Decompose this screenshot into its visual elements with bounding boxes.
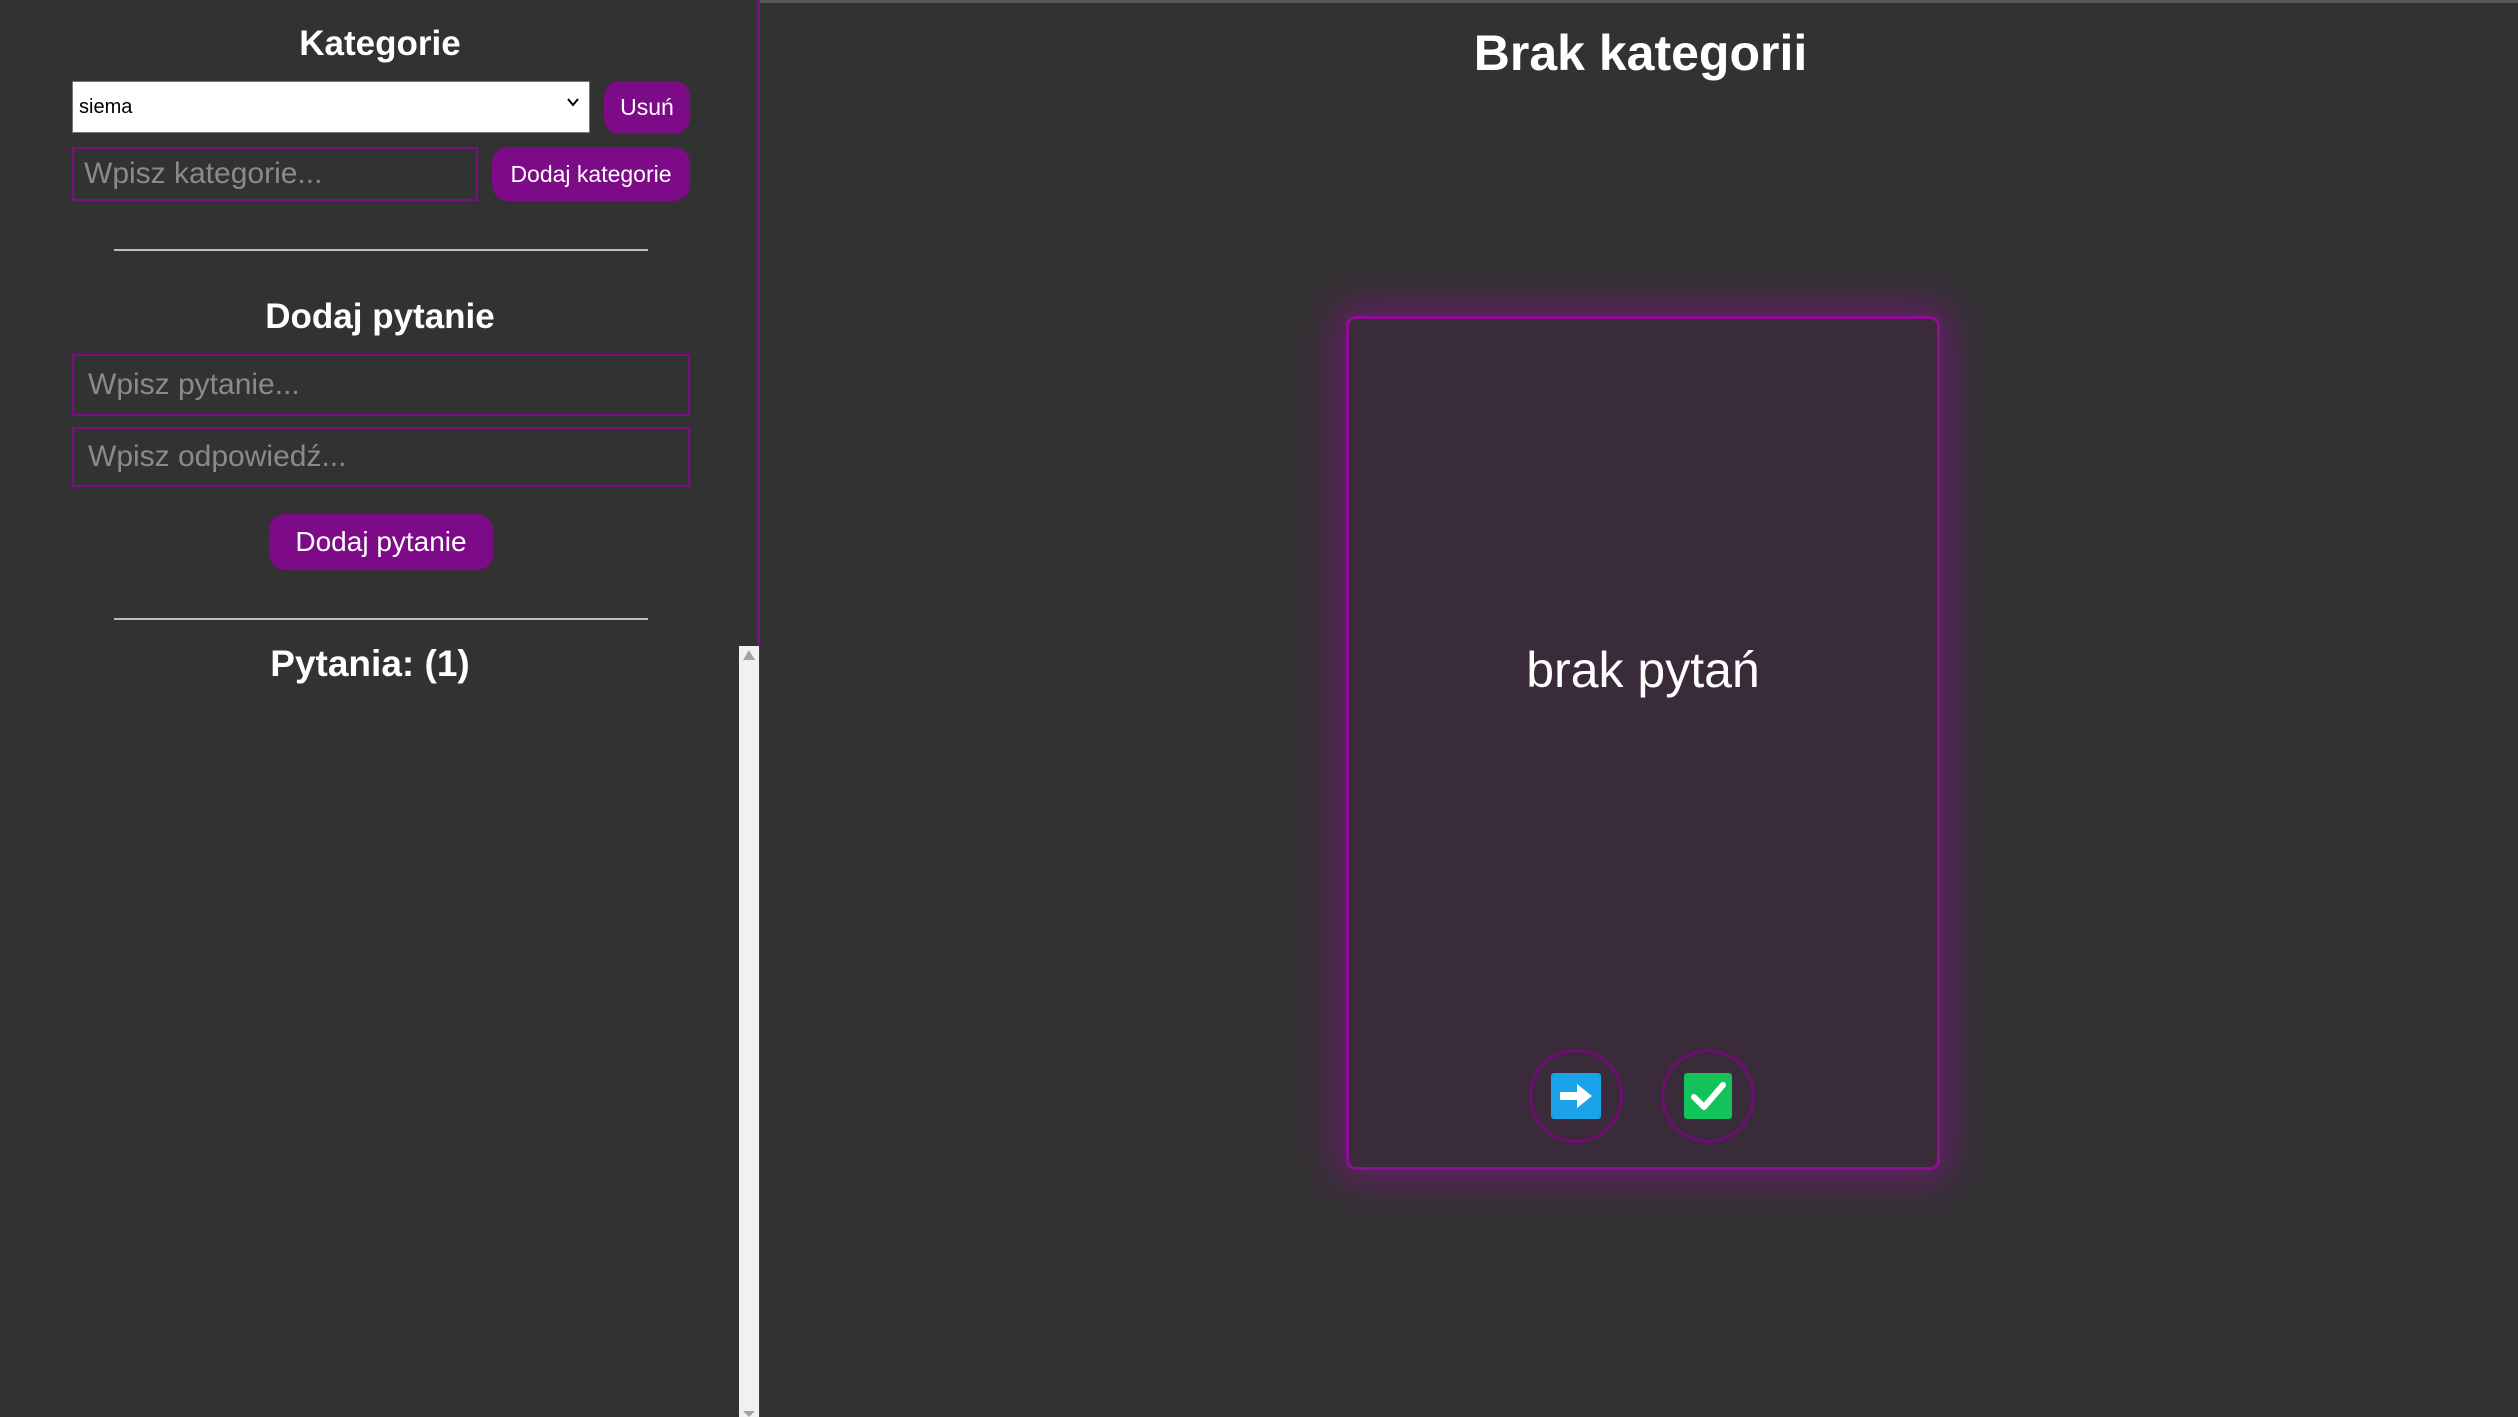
questions-heading: Pytania: (1) (270, 643, 470, 684)
sidebar: Kategorie siema Usuń Wpisz kategorie... … (0, 0, 760, 1417)
questions-scrollbar[interactable] (739, 646, 759, 1417)
add-question-button[interactable]: Dodaj pytanie (269, 514, 493, 570)
page-title: Brak kategorii (1473, 25, 1808, 81)
check-mark-icon (1684, 1073, 1732, 1119)
add-question-heading: Dodaj pytanie (265, 297, 495, 336)
flashcard-text: brak pytań (1526, 642, 1760, 698)
arrow-right-icon (1551, 1073, 1601, 1119)
next-question-button[interactable] (1529, 1049, 1623, 1143)
category-input[interactable]: Wpisz kategorie... (72, 147, 478, 201)
flashcard[interactable]: brak pytań (1346, 316, 1940, 1170)
category-select-value: siema (79, 95, 133, 118)
categories-heading: Kategorie (299, 24, 461, 63)
delete-category-button[interactable]: Usuń (604, 81, 690, 134)
scroll-up-arrow-icon[interactable] (743, 650, 755, 660)
scroll-down-arrow-icon[interactable] (743, 1411, 755, 1417)
add-category-button[interactable]: Dodaj kategorie (492, 147, 690, 201)
divider (114, 618, 648, 620)
app-window: Kategorie siema Usuń Wpisz kategorie... … (0, 0, 2518, 1417)
category-select[interactable]: siema (72, 81, 590, 133)
divider (114, 249, 648, 251)
mark-correct-button[interactable] (1661, 1049, 1755, 1143)
question-input[interactable]: Wpisz pytanie... (72, 354, 690, 416)
chevron-down-icon (567, 98, 579, 107)
answer-input[interactable]: Wpisz odpowiedź... (72, 427, 690, 487)
